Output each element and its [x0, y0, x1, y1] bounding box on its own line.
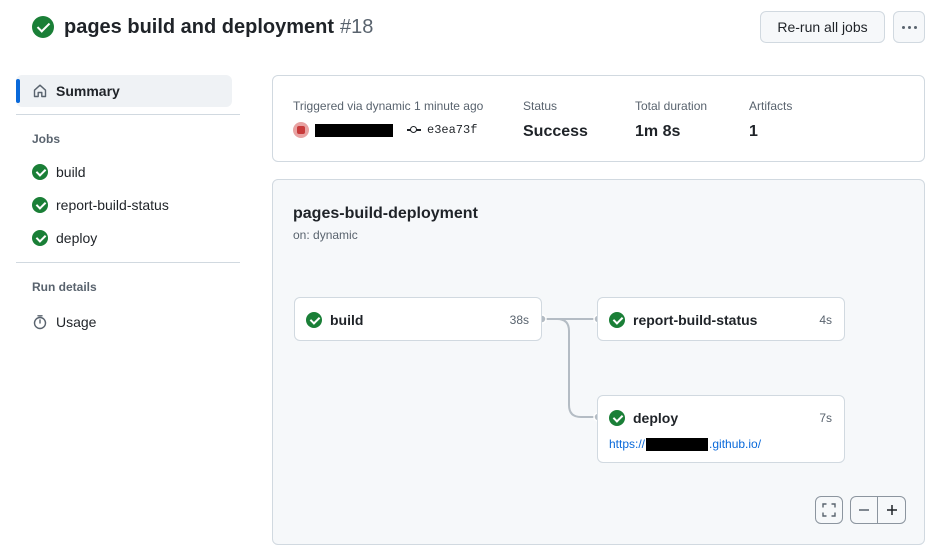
jobs-heading: Jobs: [32, 132, 61, 146]
zoom-in-button[interactable]: [878, 497, 905, 523]
status-info: Status Success: [523, 99, 588, 141]
url-suffix: .github.io/: [709, 437, 762, 451]
job-node-deploy[interactable]: deploy 7s https:// .github.io/: [597, 395, 845, 463]
url-prefix: https://: [609, 437, 646, 451]
actor-commit-row: e3ea73f: [293, 122, 483, 138]
rerun-all-jobs-button[interactable]: Re-run all jobs: [760, 11, 885, 43]
trigger-label: Triggered via dynamic 1 minute ago: [293, 99, 484, 113]
artifacts-info: Artifacts 1: [749, 99, 792, 141]
jobs-list: build report-build-status deploy: [16, 155, 240, 254]
redacted-actor-name[interactable]: [315, 123, 393, 137]
home-icon: [33, 84, 47, 98]
job-node-name: deploy: [633, 410, 679, 426]
job-label: build: [56, 163, 86, 180]
sidebar-job-build[interactable]: build: [16, 155, 240, 188]
job-dependency-edges: [537, 314, 603, 422]
zoom-out-button[interactable]: [851, 497, 879, 523]
fullscreen-button[interactable]: [815, 496, 843, 524]
job-node-build[interactable]: build 38s: [294, 297, 542, 341]
git-commit-icon: [407, 125, 421, 135]
duration-label: Total duration: [635, 99, 708, 113]
divider: [16, 262, 240, 263]
duration-info: Total duration 1m 8s: [635, 99, 707, 141]
run-number: #18: [340, 15, 374, 38]
avatar[interactable]: [293, 122, 309, 138]
more-options-button[interactable]: [893, 11, 925, 43]
stopwatch-icon: [33, 314, 47, 329]
job-node-name: build: [330, 312, 364, 328]
workflow-graph-panel[interactable]: pages-build-deployment on: dynamic build…: [272, 179, 925, 545]
divider: [16, 114, 240, 115]
check-circle-icon: [609, 410, 625, 426]
redacted-url-segment: [646, 437, 709, 451]
job-node-duration: 7s: [819, 411, 832, 425]
job-label: report-build-status: [56, 196, 169, 213]
check-circle-icon: [32, 163, 48, 180]
run-details-heading: Run details: [32, 280, 97, 294]
job-node-duration: 4s: [819, 313, 832, 327]
sidebar-job-deploy[interactable]: deploy: [16, 221, 240, 254]
sidebar-item-label: Summary: [56, 83, 120, 99]
trigger-info: Triggered via dynamic 1 minute ago e3ea7…: [293, 99, 483, 138]
job-label: deploy: [56, 229, 98, 246]
check-circle-icon: [306, 312, 322, 328]
run-title-row: pages build and deployment #18: [32, 14, 373, 40]
artifacts-count-link[interactable]: 1: [749, 123, 792, 141]
commit-sha-link[interactable]: e3ea73f: [427, 123, 477, 137]
usage-label: Usage: [56, 313, 97, 330]
status-value: Success: [523, 123, 588, 140]
job-node-report-build-status[interactable]: report-build-status 4s: [597, 297, 845, 341]
active-indicator: [16, 79, 20, 103]
check-circle-icon: [32, 229, 48, 246]
page-title: pages build and deployment #18: [64, 16, 373, 39]
minus-icon: [859, 509, 869, 511]
job-node-duration: 38s: [509, 313, 529, 327]
sidebar-item-summary[interactable]: Summary: [16, 75, 232, 107]
run-summary-card: Triggered via dynamic 1 minute ago e3ea7…: [272, 75, 925, 162]
screen-full-icon: [822, 503, 836, 517]
check-circle-icon: [32, 196, 48, 213]
check-circle-icon: [609, 312, 625, 328]
sidebar-item-usage[interactable]: Usage: [16, 305, 240, 338]
sidebar-job-report-build-status[interactable]: report-build-status: [16, 188, 240, 221]
duration-value: 1m 8s: [635, 123, 681, 140]
run-sidebar: Summary Jobs build report-build-status d…: [16, 75, 240, 338]
deployment-url-link[interactable]: https:// .github.io/: [609, 437, 761, 451]
check-circle-icon: [32, 16, 54, 38]
workflow-run-name: pages build and deployment: [64, 15, 335, 38]
zoom-controls: [850, 496, 906, 524]
plus-icon: [886, 505, 897, 515]
kebab-horizontal-icon: [901, 25, 905, 29]
job-node-name: report-build-status: [633, 312, 758, 328]
status-label: Status: [523, 99, 558, 113]
artifacts-label: Artifacts: [749, 99, 793, 113]
